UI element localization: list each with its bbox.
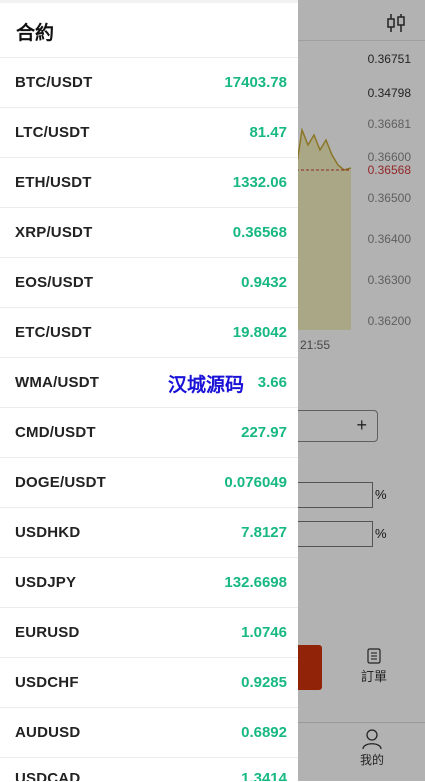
market-symbol: EOS/USDT [15, 274, 94, 291]
market-price: 0.9285 [241, 674, 287, 691]
market-price: 0.076049 [224, 474, 287, 491]
market-price: 0.6892 [241, 724, 287, 741]
market-price: 1.3414 [241, 770, 287, 781]
market-symbol: CMD/USDT [15, 424, 96, 441]
market-price: 19.8042 [232, 324, 287, 341]
market-row-etc-usdt[interactable]: ETC/USDT 19.8042 [0, 307, 298, 357]
market-row-btc-usdt[interactable]: BTC/USDT 17403.78 [0, 57, 298, 107]
market-row-usdhkd[interactable]: USDHKD 7.8127 [0, 507, 298, 557]
market-symbol: WMA/USDT [15, 374, 100, 391]
market-price: 0.36568 [232, 224, 287, 241]
market-symbol: USDHKD [15, 524, 81, 541]
market-row-doge-usdt[interactable]: DOGE/USDT 0.076049 [0, 457, 298, 507]
market-price: 17403.78 [224, 74, 287, 91]
drawer-title: 合約 [16, 23, 55, 44]
market-price: 1332.06 [232, 174, 287, 191]
market-row-cmd-usdt[interactable]: CMD/USDT 227.97 [0, 407, 298, 457]
market-row-ltc-usdt[interactable]: LTC/USDT 81.47 [0, 107, 298, 157]
market-symbol: EURUSD [15, 624, 80, 641]
market-symbol: LTC/USDT [15, 124, 90, 141]
market-price: 1.0746 [241, 624, 287, 641]
market-price: 0.9432 [241, 274, 287, 291]
market-symbol: XRP/USDT [15, 224, 93, 241]
market-row-wma-usdt[interactable]: WMA/USDT 3.66 [0, 357, 298, 407]
market-price: 7.8127 [241, 524, 287, 541]
market-symbol: USDCHF [15, 674, 79, 691]
market-symbol: USDJPY [15, 574, 77, 591]
market-row-usdjpy[interactable]: USDJPY 132.6698 [0, 557, 298, 607]
market-price: 227.97 [241, 424, 287, 441]
market-row-usdcad[interactable]: USDCAD 1.3414 [0, 757, 298, 781]
drawer-top-strip [0, 0, 298, 3]
market-row-eos-usdt[interactable]: EOS/USDT 0.9432 [0, 257, 298, 307]
market-row-eurusd[interactable]: EURUSD 1.0746 [0, 607, 298, 657]
contracts-drawer: 合約 BTC/USDT 17403.78 LTC/USDT 81.47 ETH/… [0, 0, 298, 781]
market-row-xrp-usdt[interactable]: XRP/USDT 0.36568 [0, 207, 298, 257]
market-price: 132.6698 [224, 574, 287, 591]
market-symbol: ETH/USDT [15, 174, 92, 191]
market-symbol: BTC/USDT [15, 74, 93, 91]
watermark-text: 汉城源码 [168, 374, 245, 396]
market-symbol: USDCAD [15, 770, 81, 781]
market-symbol: ETC/USDT [15, 324, 92, 341]
market-row-audusd[interactable]: AUDUSD 0.6892 [0, 707, 298, 757]
market-row-usdchf[interactable]: USDCHF 0.9285 [0, 657, 298, 707]
market-price: 3.66 [257, 374, 287, 391]
market-list: BTC/USDT 17403.78 LTC/USDT 81.47 ETH/USD… [0, 57, 298, 781]
market-symbol: AUDUSD [15, 724, 81, 741]
market-price: 81.47 [249, 124, 287, 141]
market-symbol: DOGE/USDT [15, 474, 106, 491]
market-row-eth-usdt[interactable]: ETH/USDT 1332.06 [0, 157, 298, 207]
